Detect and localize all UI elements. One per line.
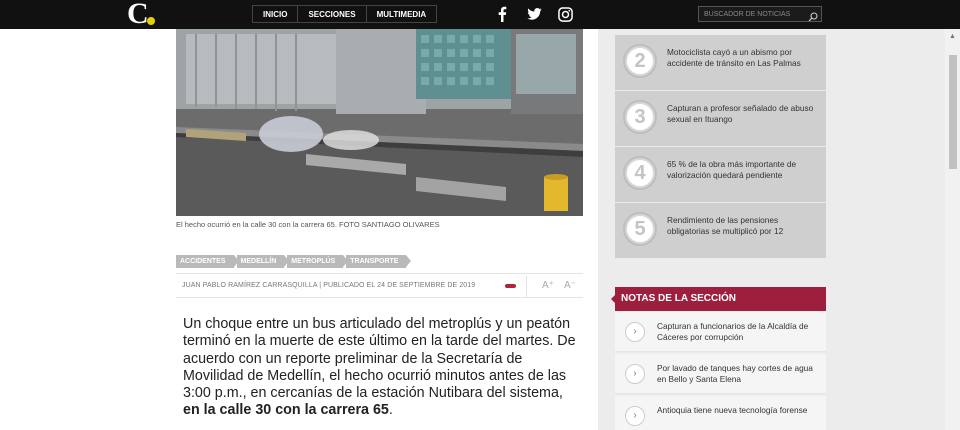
article-photo[interactable] bbox=[176, 29, 583, 216]
article-lead: Un choque entre un bus articulado del me… bbox=[183, 316, 583, 420]
section-note-item[interactable]: › Por lavado de tanques hay cortes de ag… bbox=[615, 354, 826, 394]
top-navigation-bar: C INICIO SECCIONES MULTIMEDIA bbox=[0, 0, 960, 29]
main-nav: INICIO SECCIONES MULTIMEDIA bbox=[252, 5, 438, 23]
lead-bold-text: en la calle 30 con la carrera 65 bbox=[183, 402, 389, 419]
chevron-right-icon: › bbox=[625, 322, 645, 342]
nav-secciones[interactable]: SECCIONES bbox=[298, 6, 367, 22]
comments-indicator[interactable] bbox=[505, 284, 516, 288]
chevron-right-icon: › bbox=[625, 364, 645, 384]
nav-inicio[interactable]: INICIO bbox=[253, 6, 299, 22]
byline-bar: JUAN PABLO RAMÍREZ CARRASQUILLA | PUBLIC… bbox=[176, 273, 583, 298]
popular-item-title[interactable]: Capturan a profesor señalado de abuso se… bbox=[667, 103, 817, 125]
twitter-icon[interactable] bbox=[525, 4, 543, 24]
tag-medellin[interactable]: MEDELLÍN bbox=[236, 255, 290, 268]
tag-transporte[interactable]: TRANSPORTE bbox=[346, 255, 412, 268]
lead-text: Un choque entre un bus articulado del me… bbox=[183, 316, 576, 402]
section-note-title[interactable]: Por lavado de tanques hay cortes de agua… bbox=[657, 363, 817, 385]
tag-list: ACCIDENTES MEDELLÍN METROPLÚS TRANSPORTE bbox=[176, 255, 412, 268]
byline: JUAN PABLO RAMÍREZ CARRASQUILLA | PUBLIC… bbox=[182, 282, 476, 289]
popular-item[interactable]: 5 Rendimiento de las pensiones obligator… bbox=[615, 203, 826, 258]
popular-item[interactable]: 3 Capturan a profesor señalado de abuso … bbox=[615, 91, 826, 146]
popular-item[interactable]: 4 65 % de la obra más importante de valo… bbox=[615, 147, 826, 202]
rank-number: 5 bbox=[625, 214, 655, 244]
rank-number: 3 bbox=[625, 102, 655, 132]
section-note-item[interactable]: › Antioquia tiene nueva tecnología foren… bbox=[615, 396, 826, 430]
tag-metroplus[interactable]: METROPLÚS bbox=[287, 255, 349, 268]
facebook-icon[interactable] bbox=[494, 4, 510, 24]
tag-accidentes[interactable]: ACCIDENTES bbox=[176, 255, 238, 268]
divider bbox=[526, 276, 527, 297]
chevron-right-icon: › bbox=[625, 406, 645, 426]
section-note-title[interactable]: Capturan a funcionarios de la Alcaldía d… bbox=[657, 321, 817, 343]
search-input[interactable] bbox=[704, 9, 804, 20]
nav-multimedia[interactable]: MULTIMEDIA bbox=[367, 6, 437, 22]
logo-dot bbox=[147, 17, 155, 25]
section-note-title[interactable]: Antioquia tiene nueva tecnología forense bbox=[657, 405, 817, 416]
increase-font-button[interactable]: A⁺ bbox=[542, 280, 554, 291]
section-notes-heading: NOTAS DE LA SECCIÓN bbox=[611, 287, 826, 311]
lead-end: . bbox=[388, 402, 393, 419]
search-icon[interactable] bbox=[808, 9, 818, 22]
popular-item-title[interactable]: Motociclista cayó a un abismo por accide… bbox=[667, 47, 817, 69]
rank-number: 2 bbox=[625, 46, 655, 76]
decrease-font-button[interactable]: A⁻ bbox=[564, 280, 576, 291]
instagram-icon[interactable] bbox=[557, 4, 573, 24]
page-scrollbar[interactable]: ▲ bbox=[945, 29, 960, 430]
scrollbar-thumb[interactable] bbox=[949, 55, 957, 169]
photo-caption: El hecho ocurrió en la calle 30 con la c… bbox=[176, 220, 440, 229]
rank-number: 4 bbox=[625, 158, 655, 188]
popular-item-title[interactable]: 65 % de la obra más importante de valori… bbox=[667, 159, 817, 181]
page: C INICIO SECCIONES MULTIMEDIA BUSCADOR D… bbox=[0, 0, 960, 430]
article-column: El hecho ocurrió en la calle 30 con la c… bbox=[0, 29, 598, 430]
scroll-up-icon[interactable]: ▲ bbox=[949, 33, 956, 40]
popular-item-title[interactable]: Rendimiento de las pensiones obligatoria… bbox=[667, 215, 817, 237]
section-note-item[interactable]: › Capturan a funcionarios de la Alcaldía… bbox=[615, 312, 826, 352]
popular-item[interactable]: 2 Motociclista cayó a un abismo por acci… bbox=[615, 35, 826, 90]
search-box bbox=[698, 6, 822, 22]
